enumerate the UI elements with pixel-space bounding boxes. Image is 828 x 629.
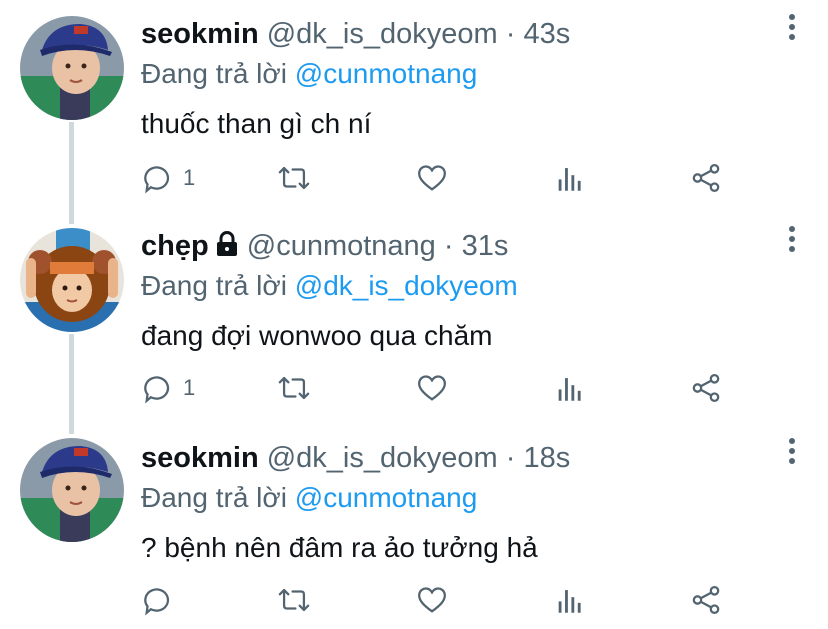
- separator-dot: ·: [443, 230, 454, 262]
- retweet-icon: [278, 588, 310, 612]
- reply-thread: seokmin @dk_is_dokyeom · 43s Đang trả lờ…: [0, 0, 828, 629]
- share-button[interactable]: [689, 580, 723, 620]
- tweet-header: seokmin @dk_is_dokyeom · 43s: [141, 14, 798, 54]
- display-name[interactable]: seokmin: [141, 18, 259, 50]
- handle[interactable]: @cunmotnang: [247, 230, 436, 262]
- reply-count: 1: [183, 375, 196, 400]
- reply-tweet[interactable]: seokmin @dk_is_dokyeom · 43s Đang trả lờ…: [0, 0, 828, 210]
- like-button[interactable]: [415, 158, 449, 198]
- display-name[interactable]: seokmin: [141, 442, 259, 474]
- retweet-button[interactable]: [277, 368, 311, 408]
- lock-icon: [216, 231, 237, 256]
- action-bar: 1: [0, 368, 828, 408]
- like-icon: [418, 587, 446, 613]
- like-icon: [418, 375, 446, 401]
- analytics-icon: [558, 378, 581, 401]
- like-button[interactable]: [415, 580, 449, 620]
- share-button[interactable]: [689, 368, 723, 408]
- retweet-icon: [278, 376, 310, 400]
- reply-button[interactable]: 1: [141, 368, 195, 408]
- tweet-header: chẹp @cunmotnang · 31s: [141, 226, 798, 266]
- replying-mention[interactable]: @cunmotnang: [295, 58, 478, 89]
- retweet-button[interactable]: [277, 158, 311, 198]
- replying-to: Đang trả lời @cunmotnang: [141, 54, 798, 94]
- tweet-header: seokmin @dk_is_dokyeom · 18s: [141, 438, 798, 478]
- display-name[interactable]: chẹp: [141, 230, 209, 262]
- reply-tweet[interactable]: chẹp @cunmotnang · 31s Đang trả lời @dk_…: [0, 212, 828, 422]
- handle[interactable]: @dk_is_dokyeom: [267, 18, 498, 50]
- handle[interactable]: @dk_is_dokyeom: [267, 442, 498, 474]
- share-icon: [692, 585, 720, 615]
- action-bar: 1: [0, 158, 828, 198]
- reply-button[interactable]: [141, 580, 183, 620]
- reply-icon: [144, 166, 170, 194]
- analytics-button[interactable]: [553, 368, 587, 408]
- tweet-text: đang đợi wonwoo qua chăm: [141, 320, 493, 351]
- retweet-icon: [278, 166, 310, 190]
- timestamp[interactable]: 43s: [523, 18, 570, 50]
- replying-to: Đang trả lời @dk_is_dokyeom: [141, 266, 798, 306]
- action-bar: [0, 580, 828, 620]
- avatar[interactable]: [20, 438, 124, 542]
- separator-dot: ·: [505, 442, 516, 474]
- analytics-button[interactable]: [553, 580, 587, 620]
- reply-icon: [144, 588, 170, 616]
- replying-label: Đang trả lời: [141, 482, 287, 513]
- reply-button[interactable]: 1: [141, 158, 195, 198]
- replying-mention[interactable]: @dk_is_dokyeom: [295, 270, 518, 301]
- more-icon[interactable]: [788, 438, 796, 468]
- like-button[interactable]: [415, 368, 449, 408]
- replying-mention[interactable]: @cunmotnang: [295, 482, 478, 513]
- replying-to: Đang trả lời @cunmotnang: [141, 478, 798, 518]
- retweet-button[interactable]: [277, 580, 311, 620]
- share-icon: [692, 373, 720, 403]
- timestamp[interactable]: 18s: [523, 442, 570, 474]
- tweet-text: ? bệnh nên đâm ra ảo tưởng hả: [141, 532, 538, 563]
- like-icon: [418, 165, 446, 191]
- timestamp[interactable]: 31s: [462, 230, 509, 262]
- avatar[interactable]: [20, 16, 124, 120]
- analytics-icon: [558, 168, 581, 191]
- reply-icon: [144, 376, 170, 404]
- more-icon[interactable]: [788, 226, 796, 256]
- analytics-button[interactable]: [553, 158, 587, 198]
- reply-tweet[interactable]: seokmin @dk_is_dokyeom · 18s Đang trả lờ…: [0, 424, 828, 629]
- separator-dot: ·: [505, 18, 516, 50]
- replying-label: Đang trả lời: [141, 270, 287, 301]
- more-icon[interactable]: [788, 14, 796, 44]
- avatar[interactable]: [20, 228, 124, 332]
- tweet-text: thuốc than gì ch ní: [141, 108, 372, 139]
- share-icon: [692, 163, 720, 193]
- replying-label: Đang trả lời: [141, 58, 287, 89]
- share-button[interactable]: [689, 158, 723, 198]
- analytics-icon: [558, 590, 581, 613]
- reply-count: 1: [183, 165, 196, 190]
